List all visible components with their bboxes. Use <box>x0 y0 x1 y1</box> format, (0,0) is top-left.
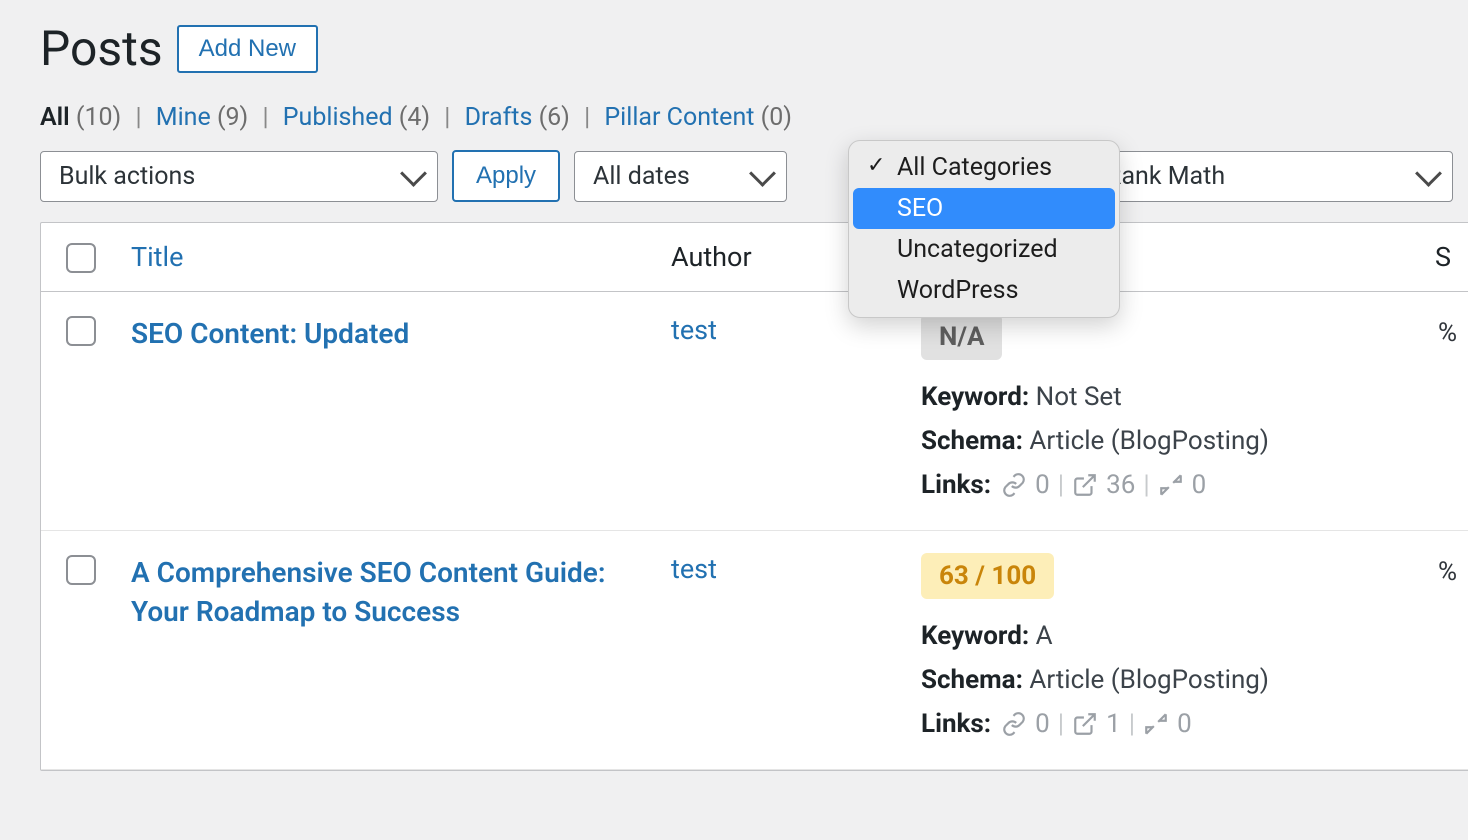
filter-drafts-count: (6) <box>539 103 570 132</box>
keyword-value: A <box>1036 621 1053 651</box>
posts-table: Title Author S SEO Content: Updated test… <box>40 222 1468 771</box>
dropdown-option-seo[interactable]: SEO <box>853 188 1115 229</box>
filter-published-count: (4) <box>399 103 430 132</box>
incoming-link-icon <box>1143 711 1169 737</box>
keyword-label: Keyword: <box>921 621 1029 651</box>
dropdown-option-wordpress[interactable]: WordPress <box>853 270 1115 311</box>
categories-dropdown: All Categories SEO Uncategorized WordPre… <box>848 140 1120 318</box>
links-internal-count: 0 <box>1035 470 1050 500</box>
filter-pillar-count: (0) <box>761 103 792 132</box>
post-title-link[interactable]: SEO Content: Updated <box>131 317 409 350</box>
links-external-count: 1 <box>1106 709 1121 739</box>
link-icon <box>1001 711 1027 737</box>
add-new-button[interactable]: Add New <box>177 25 318 73</box>
seo-score-badge: 63 / 100 <box>921 553 1054 599</box>
bulk-actions-label: Bulk actions <box>59 162 195 191</box>
column-title[interactable]: Title <box>131 241 183 273</box>
percent-partial: % <box>1438 557 1457 587</box>
filter-all[interactable]: All <box>40 103 70 132</box>
link-icon <box>1001 472 1027 498</box>
links-label: Links: <box>921 709 991 739</box>
select-all-checkbox[interactable] <box>66 243 96 273</box>
filter-drafts[interactable]: Drafts <box>465 103 533 132</box>
filter-published[interactable]: Published <box>283 103 393 132</box>
dropdown-option-uncategorized[interactable]: Uncategorized <box>853 229 1115 270</box>
links-label: Links: <box>921 470 991 500</box>
keyword-value: Not Set <box>1036 382 1122 412</box>
external-link-icon <box>1072 711 1098 737</box>
keyword-label: Keyword: <box>921 382 1029 412</box>
filter-links: All (10) | Mine (9) | Published (4) | Dr… <box>40 103 1468 132</box>
row-checkbox[interactable] <box>66 316 96 346</box>
table-row: A Comprehensive SEO Content Guide: Your … <box>41 531 1468 770</box>
seo-score-badge: N/A <box>921 314 1002 360</box>
dates-label: All dates <box>593 162 690 191</box>
post-title-link[interactable]: A Comprehensive SEO Content Guide: Your … <box>131 556 606 628</box>
percent-partial: % <box>1438 318 1457 348</box>
incoming-link-icon <box>1158 472 1184 498</box>
table-row: SEO Content: Updated test N/A Keyword: N… <box>41 292 1468 531</box>
links-incoming-count: 0 <box>1177 709 1192 739</box>
author-link[interactable]: test <box>671 314 717 346</box>
author-link[interactable]: test <box>671 553 717 585</box>
schema-label: Schema: <box>921 665 1023 695</box>
links-incoming-count: 0 <box>1192 470 1207 500</box>
apply-button[interactable]: Apply <box>452 150 560 202</box>
bulk-actions-select[interactable]: Bulk actions <box>40 151 438 202</box>
filter-pillar[interactable]: Pillar Content <box>604 103 754 132</box>
links-external-count: 36 <box>1106 470 1135 500</box>
rank-math-label: Rank Math <box>1106 162 1225 191</box>
toolbar: Bulk actions Apply All dates Rank Math A… <box>40 150 1468 202</box>
page-title: Posts <box>40 20 163 77</box>
schema-label: Schema: <box>921 426 1023 456</box>
filter-all-count: (10) <box>76 103 121 132</box>
schema-value: Article (BlogPosting) <box>1029 665 1269 695</box>
links-internal-count: 0 <box>1035 709 1050 739</box>
row-checkbox[interactable] <box>66 555 96 585</box>
dates-select[interactable]: All dates <box>574 151 787 202</box>
external-link-icon <box>1072 472 1098 498</box>
filter-mine[interactable]: Mine <box>156 103 211 132</box>
rank-math-select[interactable]: Rank Math <box>1087 151 1453 202</box>
dropdown-option-all-categories[interactable]: All Categories <box>853 147 1115 188</box>
schema-value: Article (BlogPosting) <box>1029 426 1269 456</box>
column-right-partial: S <box>1435 241 1451 273</box>
filter-mine-count: (9) <box>217 103 248 132</box>
